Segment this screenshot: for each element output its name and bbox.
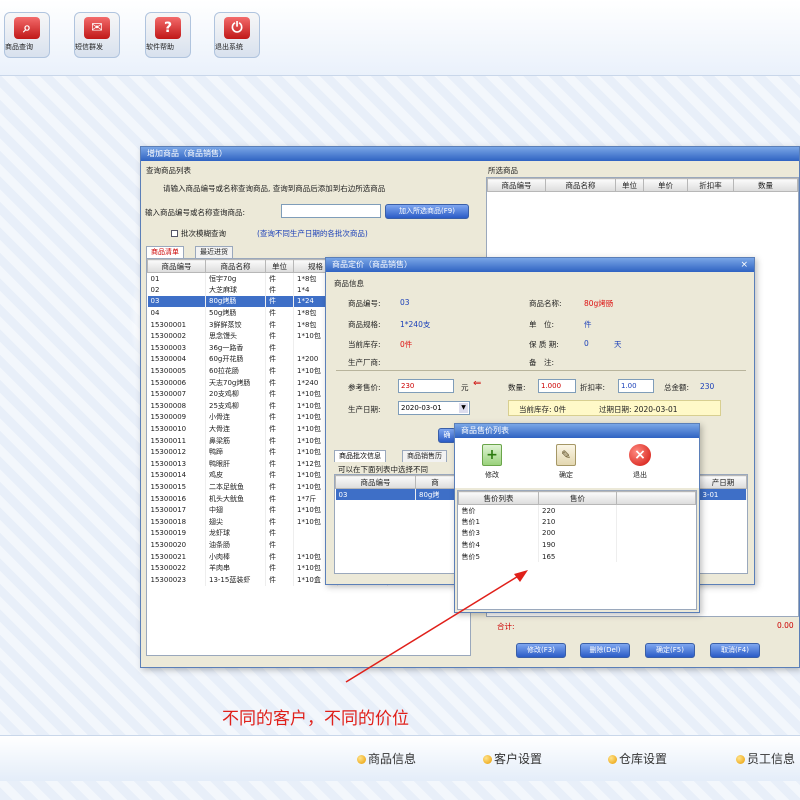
bullet-icon (483, 755, 492, 764)
bullet-icon (608, 755, 617, 764)
nav-label: 客户设置 (494, 752, 543, 766)
nav-product-info[interactable]: 商品信息 (357, 750, 416, 767)
bullet-icon (736, 755, 745, 764)
nav-warehouse-settings[interactable]: 仓库设置 (608, 750, 667, 767)
nav-customer-settings[interactable]: 客户设置 (483, 750, 542, 767)
nav-label: 仓库设置 (619, 752, 668, 766)
nav-label: 商品信息 (368, 752, 417, 766)
bottom-nav: 商品信息 客户设置 仓库设置 员工信息 (0, 735, 800, 781)
nav-label: 员工信息 (747, 752, 796, 766)
annotation-text: 不同的客户，不同的价位 (222, 709, 409, 729)
bullet-icon (357, 755, 366, 764)
annotation-arrow (345, 570, 528, 683)
nav-staff-info[interactable]: 员工信息 (736, 750, 795, 767)
